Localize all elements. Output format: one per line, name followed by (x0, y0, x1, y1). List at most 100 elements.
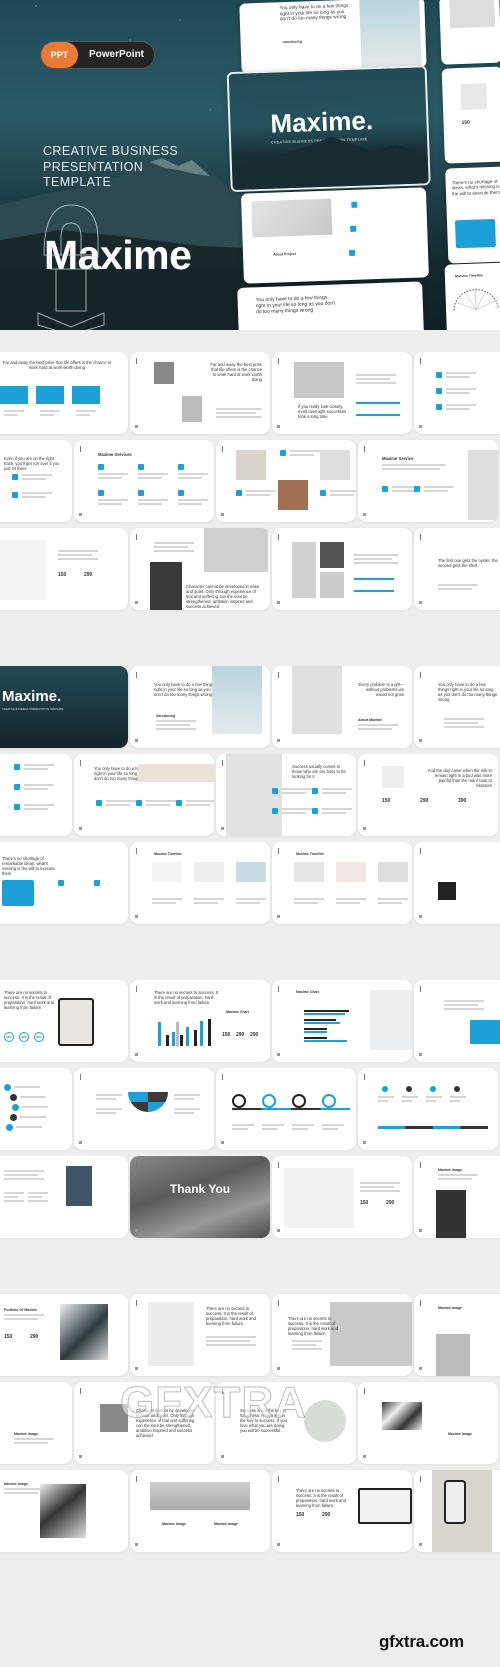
slide-marker (136, 1476, 137, 1482)
slide-thumbnail[interactable]: Maxime Image Maxime Image (130, 1470, 270, 1552)
stat-number: 150 (222, 1032, 231, 1038)
slide-thumbnail[interactable]: 150 290 (0, 528, 128, 610)
slide-thumbnail[interactable]: Maxime Timeline (272, 842, 412, 924)
preview-slide-ideas: There's no shortage of ideas, what's mis… (445, 166, 500, 264)
bridge-image (359, 0, 422, 70)
text-line (20, 1116, 46, 1118)
slide-thumbnail[interactable] (414, 1470, 500, 1552)
slide-thumbnail[interactable]: Every problem is a gift—without problems… (272, 666, 412, 748)
slide-thumbnail[interactable]: There are no secrets to success. It is t… (272, 1470, 412, 1552)
slide-thumbnail[interactable]: Far and away the best prize that life of… (130, 352, 270, 434)
chart-bar (166, 1035, 169, 1046)
slide-thumbnail[interactable]: You only have to do a few things right i… (414, 666, 500, 748)
slide-text: Success usually comes to those who are t… (292, 764, 346, 779)
slide-thumbnail[interactable]: Even if you are on the right track, you'… (0, 440, 72, 522)
slide-page-number (419, 739, 422, 742)
chart-bar (304, 1013, 345, 1015)
slide-thumbnail[interactable] (0, 1156, 128, 1238)
text-line (358, 728, 392, 730)
text-line (96, 1098, 116, 1100)
watermark-text: GFXTRA (120, 1378, 307, 1428)
slide-thumbnail[interactable] (216, 440, 356, 522)
feature-icon (178, 464, 184, 470)
text-line (178, 473, 208, 475)
text-line (24, 808, 48, 810)
slide-thumbnail[interactable] (216, 1068, 356, 1150)
slide-thumbnail[interactable]: You only have to do a few things right i… (130, 666, 270, 748)
slide-thumbnail[interactable] (414, 842, 500, 924)
slide-marker (222, 1074, 223, 1080)
stat-number: 390 (458, 798, 467, 804)
slide-thumbnail[interactable] (414, 980, 500, 1062)
slide-thumbnail[interactable] (358, 1068, 498, 1150)
building-image (320, 542, 344, 568)
slide-thumbnail[interactable] (0, 754, 72, 836)
slide-thumbnail[interactable]: The first one gets the oyster, the secon… (414, 528, 500, 610)
text-line (28, 1192, 48, 1194)
text-line (24, 784, 54, 786)
slide-thumbnail[interactable]: Maxime Service (358, 440, 498, 522)
slide-thumbnail[interactable]: Maxime Image (358, 1382, 498, 1464)
text-line (446, 404, 476, 406)
slide-thumbnail[interactable] (272, 528, 412, 610)
text-line (14, 1438, 54, 1440)
slide-page-number (135, 1543, 138, 1546)
slide-thumbnail[interactable]: Maxime Chart (272, 980, 412, 1062)
feature-icon (312, 808, 318, 814)
slide-thumbnail[interactable]: There are no secrets to success. It is t… (130, 1294, 270, 1376)
slide-text: You only have to do a few things right i… (154, 682, 215, 697)
slide-thumbnail[interactable]: There are no secrets to success. It is t… (0, 980, 128, 1062)
text-line (444, 718, 484, 720)
slide-thumbnail[interactable]: If you really look closely, most overnig… (272, 352, 412, 434)
feature-icon (12, 492, 18, 498)
progress-bar (354, 578, 394, 580)
text-line (22, 496, 46, 498)
slide-thumbnail[interactable] (0, 1068, 72, 1150)
preview-quote-text: There's no shortage of ideas, what's mis… (451, 178, 500, 197)
slide-marker (136, 534, 137, 540)
text-line (154, 546, 188, 548)
slide-thumbnail[interactable]: 150 290 (272, 1156, 412, 1238)
text-line (438, 1174, 478, 1176)
text-line (360, 1190, 400, 1192)
text-line (58, 550, 98, 552)
slide-thumbnail[interactable] (74, 1068, 214, 1150)
sky-image (236, 862, 266, 882)
stat-number: 290 (236, 1032, 245, 1038)
text-line (98, 503, 122, 505)
text-line (154, 550, 194, 552)
slide-thumbnail[interactable]: There are no secrets to success. It is t… (130, 980, 270, 1062)
slide-thumbnail[interactable]: Maxime Image (0, 1470, 128, 1552)
text-line (446, 392, 470, 394)
slide-thumbnail[interactable]: Maxime Image (0, 1382, 72, 1464)
chart-bar (158, 1022, 161, 1046)
slide-thumbnail[interactable]: There are no secrets to success. It is t… (272, 1294, 412, 1376)
slide-heading: Maxime Image (438, 1306, 462, 1310)
slide-thumbnail[interactable]: Thank You (130, 1156, 270, 1238)
slide-thumbnail[interactable]: Success usually comes to those who are t… (216, 754, 356, 836)
slide-thumbnail[interactable]: Character cannot be developed in ease an… (130, 528, 270, 610)
slide-thumbnail[interactable]: Maxime Image (414, 1294, 500, 1376)
beach-image (138, 764, 214, 782)
text-line (336, 898, 366, 900)
slide-thumbnail[interactable]: Maxime Image (414, 1156, 500, 1238)
slide-marker (420, 672, 421, 678)
slide-heading: Maxime Chart (296, 990, 319, 994)
slide-thumbnail[interactable]: You only have to do a few things right i… (74, 754, 214, 836)
slide-thumbnail[interactable]: Maxime Timeline (130, 842, 270, 924)
stat-number: 290 (30, 1334, 39, 1340)
preview-label: Maxime Timeline (454, 273, 483, 279)
preview-slide-typewriter (439, 0, 500, 65)
slide-thumbnail[interactable] (414, 352, 500, 434)
feature-icon (136, 800, 142, 806)
stat-number: 290 (250, 1032, 259, 1038)
slide-thumbnail[interactable]: Portfolio Of Maxime 150 290 (0, 1294, 128, 1376)
slide-heading: Maxime Image (14, 1432, 38, 1436)
slide-marker (136, 358, 137, 364)
preview-slide-intro: You only have to do a few things right i… (239, 0, 427, 74)
slide-thumbnail[interactable]: And the day came when the risk to remain… (358, 754, 498, 836)
slide-thumbnail[interactable]: There's no shortage of remarkable ideas,… (0, 842, 128, 924)
slide-thumbnail[interactable]: Far and away the best prize that life of… (0, 352, 128, 434)
slide-thumbnail[interactable]: Maxime Services (74, 440, 214, 522)
slide-thumbnail[interactable]: Maxime. CREATIVE BUSINESS PRESENTATION TE… (0, 666, 128, 748)
